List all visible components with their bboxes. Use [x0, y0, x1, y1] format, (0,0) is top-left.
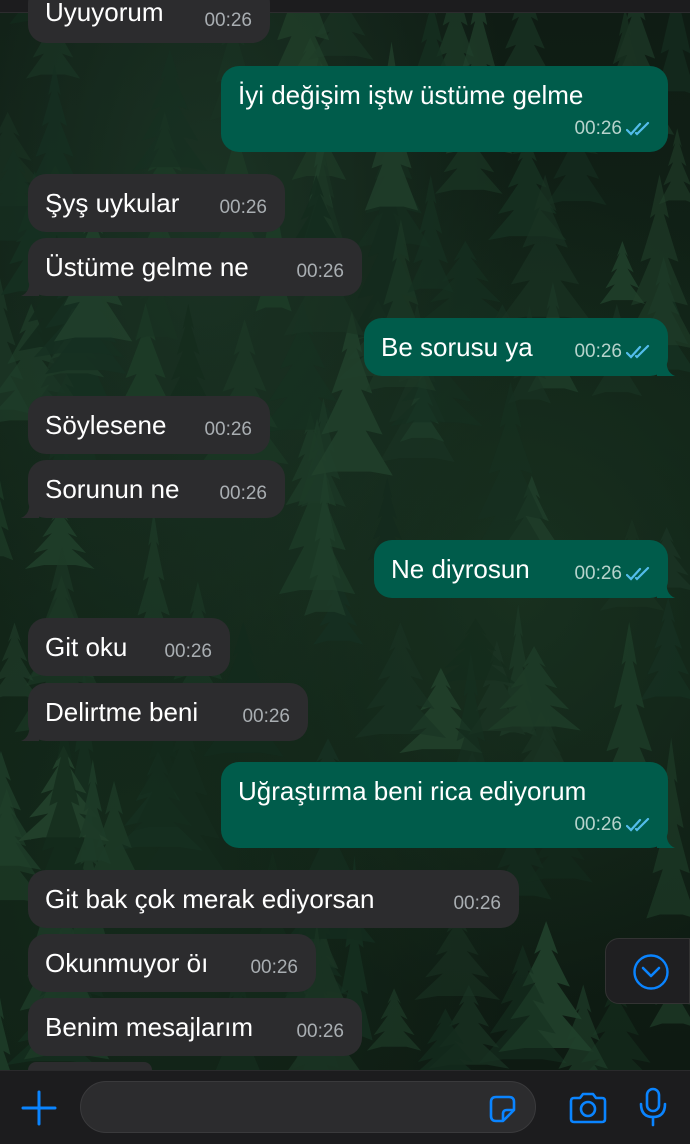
message-text: Git oku — [45, 632, 128, 662]
message-text: Benim mesajlarım — [45, 1012, 254, 1042]
message-input[interactable] — [80, 1081, 536, 1133]
bubble-tail — [657, 580, 675, 598]
message-text: Uyuyorum — [45, 0, 164, 27]
bubble-tail — [657, 830, 675, 848]
message-time: 00:26 — [296, 261, 344, 282]
bubble-tail — [657, 358, 675, 376]
scroll-to-bottom-button[interactable] — [605, 938, 690, 1004]
message-bubble-outgoing[interactable]: Be sorusu ya 00:26 — [364, 318, 675, 376]
plus-icon[interactable] — [20, 1089, 58, 1127]
message-bubble-partial — [28, 1062, 152, 1070]
message-text: İyi değişim iştw üstüme gelme — [238, 80, 584, 110]
message-time: 00:26 — [296, 1021, 344, 1042]
message-bubble-outgoing[interactable]: Uğraştırma beni rica ediyorum 00:26 — [221, 762, 675, 848]
message-bubble-incoming[interactable]: Git oku 00:26 — [28, 618, 230, 676]
message-bubble-incoming[interactable]: Uyuyorum 00:26 — [28, 0, 270, 43]
message-composer — [0, 1070, 690, 1144]
message-bubble-incoming[interactable]: Söylesene 00:26 — [28, 396, 270, 454]
chevron-down-circle-icon — [633, 954, 669, 990]
message-bubble-incoming[interactable]: Sorunun ne 00:26 — [21, 460, 285, 518]
message-text: Git bak çok merak ediyorsan — [45, 884, 375, 914]
message-text: Okunmuyor öı — [45, 948, 209, 978]
message-time: 00:26 — [242, 706, 290, 727]
pine-tree-shape — [0, 480, 14, 561]
message-time: 00:26 — [219, 483, 267, 504]
message-time: 00:26 — [574, 814, 622, 835]
message-text: Ne diyrosun — [391, 554, 530, 584]
pine-tree-shape — [165, 303, 212, 406]
message-text: Üstüme gelme ne — [45, 252, 249, 282]
message-time: 00:26 — [250, 957, 298, 978]
read-receipt-icon — [626, 566, 650, 581]
message-time: 00:26 — [219, 197, 267, 218]
message-time: 00:26 — [574, 341, 622, 362]
read-receipt-icon — [626, 121, 650, 136]
message-time: 00:26 — [204, 10, 252, 31]
message-time: 00:26 — [164, 641, 212, 662]
message-text: Sorunun ne — [45, 474, 180, 504]
message-text: Be sorusu ya — [381, 332, 533, 362]
message-time: 00:26 — [453, 893, 501, 914]
read-receipt-icon — [626, 344, 650, 359]
message-text: Delirtme beni — [45, 697, 199, 727]
message-time: 00:26 — [574, 118, 622, 139]
pine-tree-shape — [640, 597, 690, 701]
message-text: Söylesene — [45, 410, 167, 440]
microphone-icon[interactable] — [638, 1087, 668, 1127]
message-bubble-incoming[interactable]: Git bak çok merak ediyorsan 00:26 — [28, 870, 519, 928]
message-time: 00:26 — [574, 563, 622, 584]
message-bubble-outgoing[interactable]: İyi değişim iştw üstüme gelme 00:26 — [221, 66, 668, 152]
pine-tree-shape — [366, 988, 422, 1051]
bubble-tail — [21, 500, 39, 518]
read-receipt-icon — [626, 817, 650, 832]
message-bubble-incoming[interactable]: Okunmuyor öı 00:26 — [28, 934, 316, 992]
message-time: 00:26 — [204, 419, 252, 440]
bubble-tail — [21, 278, 39, 296]
message-bubble-incoming[interactable]: Delirtme beni 00:26 — [21, 683, 308, 741]
message-text: Şyş uykular — [45, 188, 180, 218]
message-bubble-incoming[interactable]: Benim mesajlarım 00:26 — [28, 998, 362, 1056]
camera-icon[interactable] — [568, 1091, 608, 1125]
message-bubble-incoming[interactable]: Üstüme gelme ne 00:26 — [21, 238, 362, 296]
pine-tree-shape — [132, 49, 208, 172]
message-bubble-incoming[interactable]: Şyş uykular 00:26 — [28, 174, 285, 232]
message-bubble-outgoing[interactable]: Ne diyrosun 00:26 — [374, 540, 675, 598]
message-text: Uğraştırma beni rica ediyorum — [238, 776, 587, 806]
bubble-tail — [21, 723, 39, 741]
sticker-icon[interactable] — [486, 1093, 518, 1125]
